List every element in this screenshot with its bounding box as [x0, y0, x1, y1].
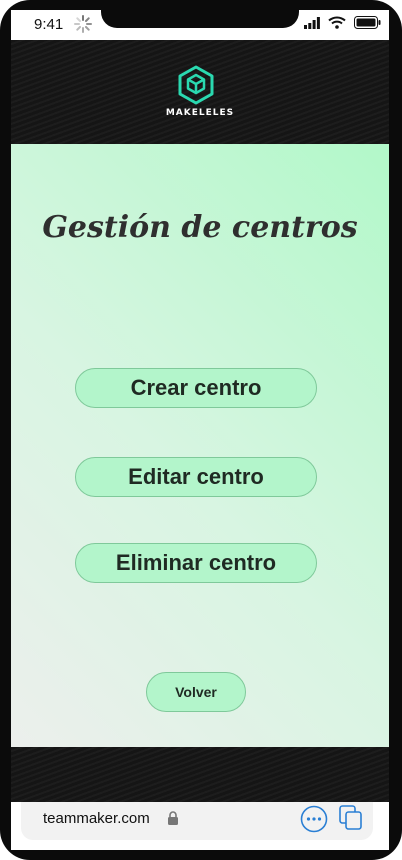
tabs-icon[interactable]: [339, 805, 363, 831]
app-header: MAKELELES: [11, 40, 389, 144]
page-title: Gestión de centros: [42, 210, 358, 245]
url-text: teammaker.com: [43, 810, 150, 827]
notch: [101, 10, 299, 28]
cube-hexagon-icon: [178, 65, 214, 105]
back-button[interactable]: Volver: [146, 672, 246, 712]
battery-icon: [354, 16, 381, 29]
edit-center-button[interactable]: Editar centro: [75, 457, 317, 497]
wifi-icon: [328, 16, 346, 29]
browser-toolbar: teammaker.com: [11, 802, 389, 850]
delete-center-button[interactable]: Eliminar centro: [75, 543, 317, 583]
lock-icon: [168, 811, 178, 825]
address-bar[interactable]: teammaker.com: [21, 802, 373, 840]
loading-spinner-icon: [74, 15, 92, 33]
status-icons: [304, 16, 381, 29]
more-icon[interactable]: [300, 805, 328, 833]
create-center-button[interactable]: Crear centro: [75, 368, 317, 408]
brand-name: MAKELELES: [165, 108, 235, 118]
app-footer: [11, 747, 389, 802]
signal-icon: [304, 16, 320, 29]
status-time: 9:41: [34, 16, 64, 33]
main-content: Gestión de centros Crear centro Editar c…: [11, 144, 389, 747]
